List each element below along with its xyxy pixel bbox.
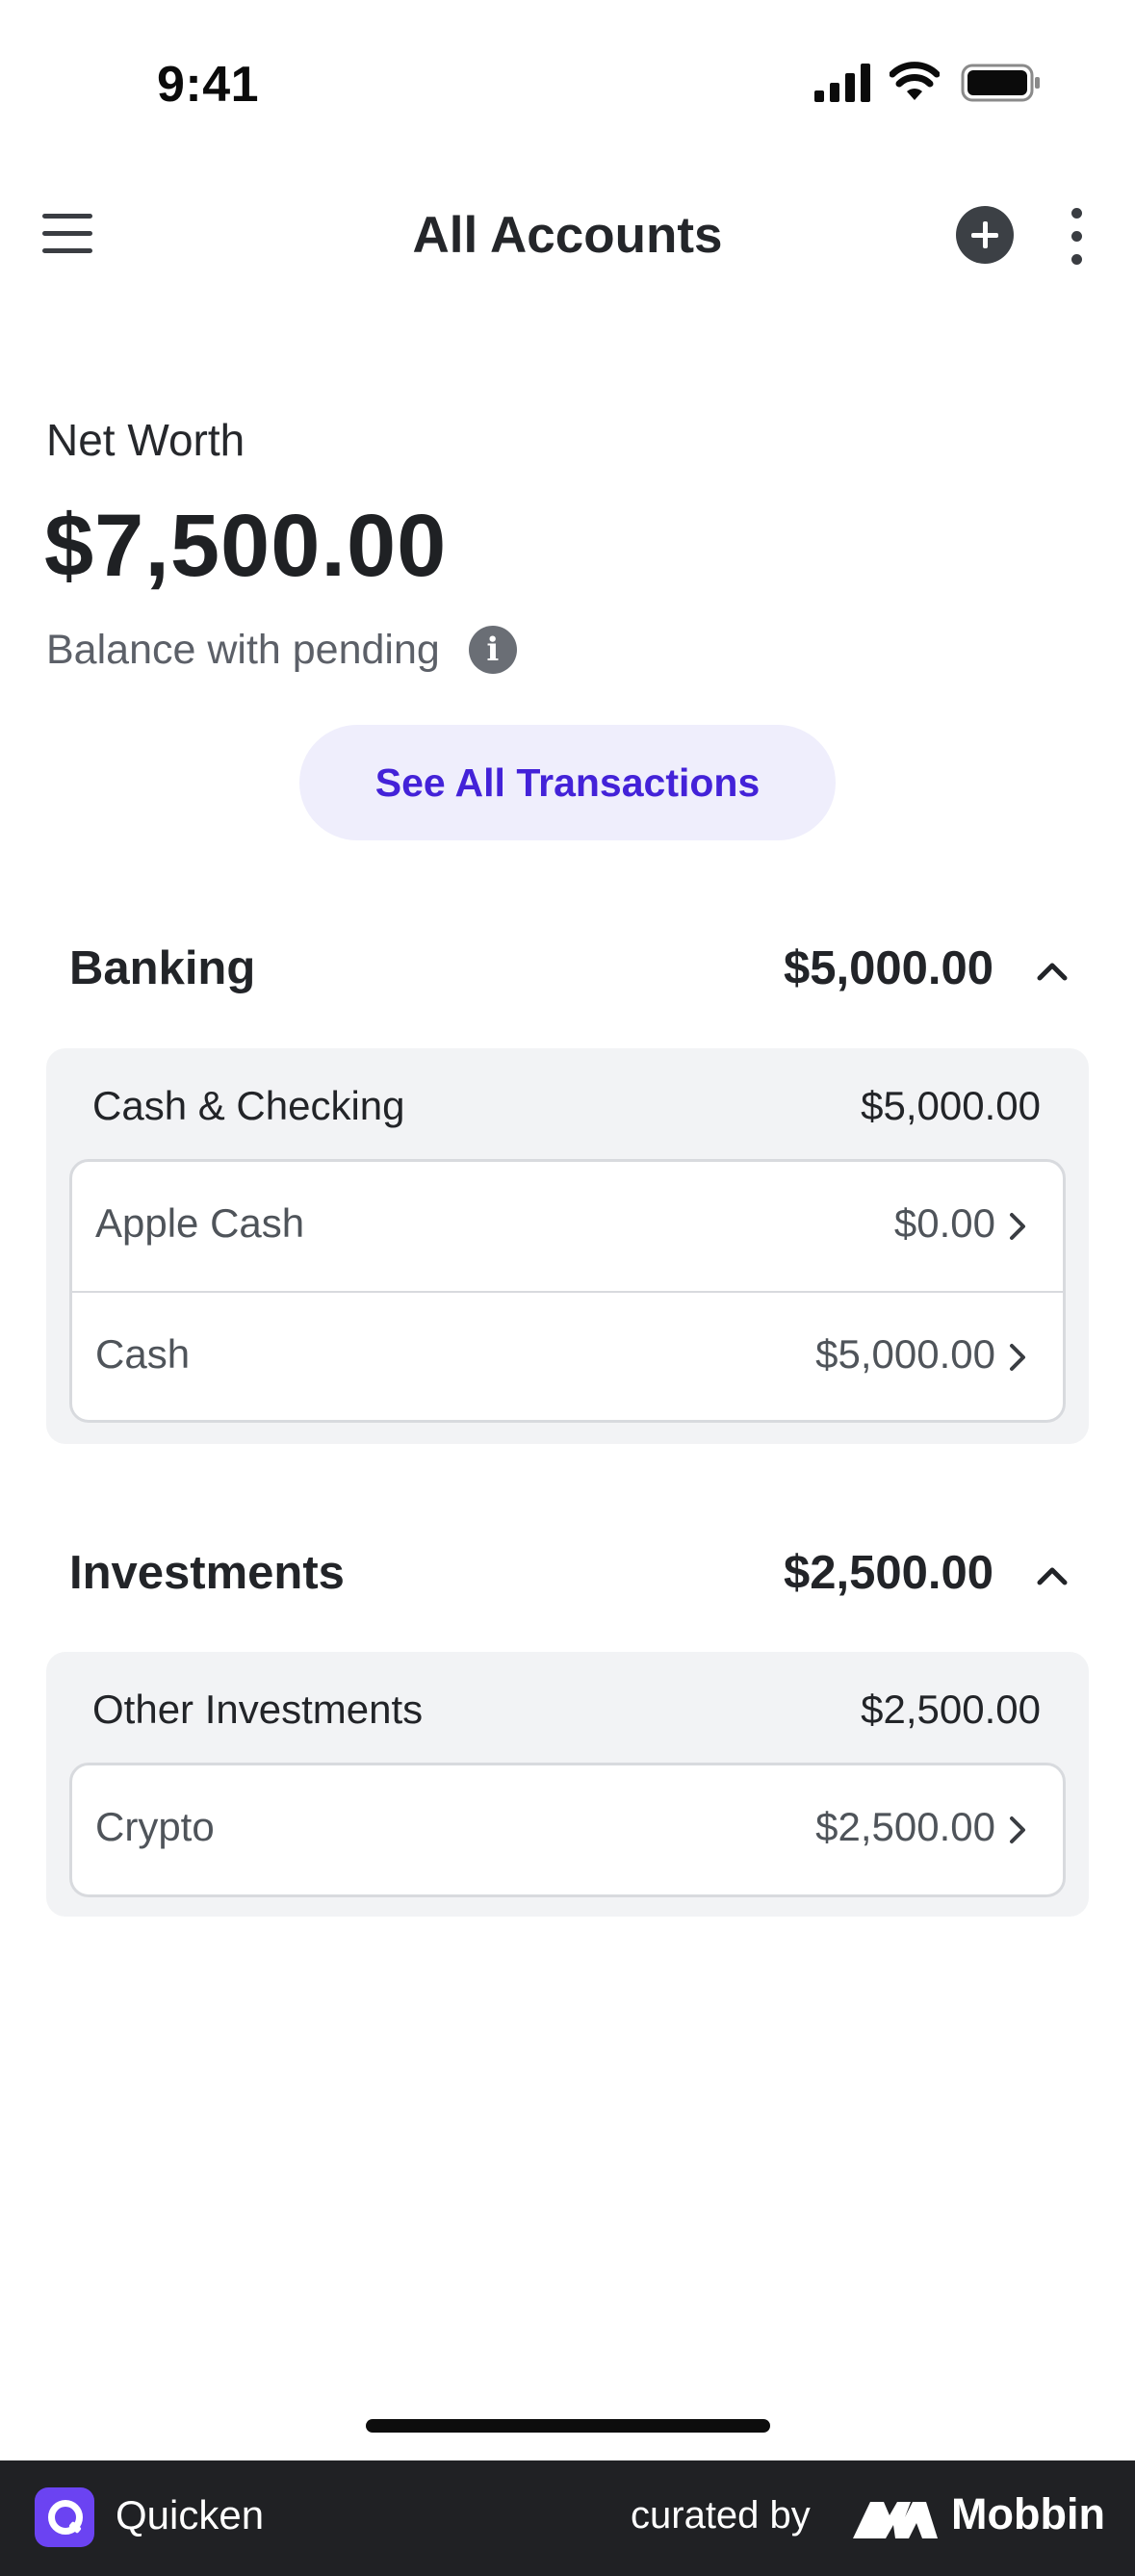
group-amount: $2,500.00: [861, 1687, 1041, 1732]
status-bar: 9:41: [0, 0, 1135, 168]
mobbin-brand: Mobbin: [951, 2489, 1105, 2538]
section-header-investments[interactable]: Investments $2,500.00: [0, 1529, 1135, 1615]
info-icon[interactable]: i: [468, 626, 517, 674]
net-worth-value: $7,500.00: [44, 497, 448, 595]
account-name: Cash: [95, 1331, 191, 1377]
signal-icon: [814, 64, 870, 102]
account-amount: $5,000.00: [815, 1331, 995, 1377]
group-amount: $5,000.00: [861, 1083, 1041, 1128]
chevron-right-icon: [1010, 1213, 1025, 1240]
chevron-up-icon[interactable]: [1036, 1559, 1069, 1592]
account-name: Apple Cash: [95, 1200, 305, 1246]
balance-pending-label: Balance with pending: [46, 626, 440, 673]
accounts-card: Apple Cash $0.00 Cash $5,000.00: [69, 1159, 1066, 1423]
accounts-card: Crypto $2,500.00: [69, 1763, 1066, 1897]
account-amount: $2,500.00: [815, 1804, 995, 1849]
balance-pending-row: Balance with pending i: [46, 621, 517, 679]
status-time: 9:41: [157, 57, 260, 113]
nav-bar: All Accounts: [0, 183, 1135, 289]
account-row-crypto[interactable]: Crypto $2,500.00: [72, 1765, 1063, 1894]
battery-icon: [961, 64, 1040, 102]
wifi-icon: [890, 62, 940, 100]
chevron-right-icon: [1010, 1344, 1025, 1371]
mobbin-logo-icon: [853, 2502, 938, 2538]
account-amount: $0.00: [893, 1200, 995, 1246]
group-name: Cash & Checking: [92, 1083, 405, 1128]
section-total-investments: $2,500.00: [784, 1547, 993, 1599]
quicken-logo-icon: [35, 2487, 94, 2547]
section-header-banking[interactable]: Banking $5,000.00: [0, 924, 1135, 1011]
chevron-up-icon[interactable]: [1036, 955, 1069, 988]
group-header: Cash & Checking $5,000.00: [92, 1083, 1041, 1141]
footer-bar: Quicken curated by Mobbin: [0, 2460, 1135, 2576]
more-icon[interactable]: [1064, 208, 1091, 266]
see-all-transactions-button[interactable]: See All Transactions: [299, 725, 836, 840]
curated-by-label: curated by: [631, 2494, 811, 2537]
group-cash-checking: Cash & Checking $5,000.00 Apple Cash $0.…: [46, 1048, 1089, 1444]
chevron-right-icon: [1010, 1816, 1025, 1843]
account-name: Crypto: [95, 1804, 215, 1849]
net-worth-label: Net Worth: [46, 415, 245, 465]
section-title-investments: Investments: [69, 1547, 345, 1599]
app-name: Quicken: [116, 2492, 265, 2537]
account-row-apple-cash[interactable]: Apple Cash $0.00: [72, 1162, 1063, 1291]
section-title-banking: Banking: [69, 942, 256, 994]
account-row-cash[interactable]: Cash $5,000.00: [72, 1291, 1063, 1420]
section-total-banking: $5,000.00: [784, 942, 993, 994]
group-name: Other Investments: [92, 1687, 424, 1732]
group-other-investments: Other Investments $2,500.00 Crypto $2,50…: [46, 1652, 1089, 1917]
group-header: Other Investments $2,500.00: [92, 1687, 1041, 1744]
add-icon[interactable]: [956, 206, 1014, 264]
home-indicator: [366, 2419, 770, 2433]
